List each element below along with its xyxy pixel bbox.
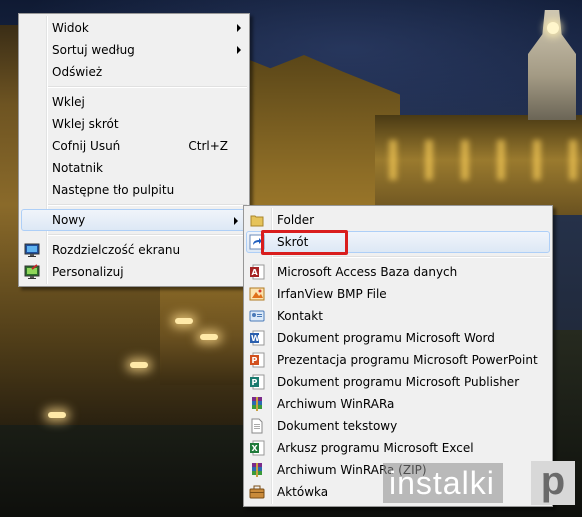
menu-item-label: Microsoft Access Baza danych xyxy=(277,265,458,279)
menu-item-label: Personalizuj xyxy=(52,265,124,279)
submenu-item-excel[interactable]: X Arkusz programu Microsoft Excel xyxy=(244,437,552,459)
personalize-icon xyxy=(24,264,40,280)
menu-item-label: Kontakt xyxy=(277,309,323,323)
contact-icon xyxy=(249,308,265,324)
menu-item-personalize[interactable]: Personalizuj xyxy=(19,261,249,283)
watermark-text: instalki xyxy=(383,463,503,503)
ground-lamp xyxy=(130,362,148,368)
bmp-icon xyxy=(249,286,265,302)
menu-item-label: Cofnij Usuń xyxy=(52,139,121,153)
submenu-item-publisher[interactable]: P Dokument programu Microsoft Publisher xyxy=(244,371,552,393)
menu-separator xyxy=(48,204,247,206)
access-icon: A xyxy=(249,264,265,280)
annotation-highlight-box xyxy=(261,230,348,255)
menu-separator xyxy=(273,256,550,258)
menu-item-label: Nowy xyxy=(52,213,86,227)
menu-item-label: Folder xyxy=(277,213,315,227)
menu-item-label: Wklej skrót xyxy=(52,117,119,131)
menu-item-label: Następne tło pulpitu xyxy=(52,183,175,197)
menu-separator xyxy=(48,234,247,236)
svg-text:X: X xyxy=(252,444,259,453)
keyboard-shortcut: Ctrl+Z xyxy=(188,139,228,153)
submenu-item-contact[interactable]: Kontakt xyxy=(244,305,552,327)
menu-item-notepad[interactable]: Notatnik xyxy=(19,157,249,179)
submenu-item-folder[interactable]: Folder xyxy=(244,209,552,231)
watermark: instalki p xyxy=(383,461,578,505)
menu-item-label: Odśwież xyxy=(52,65,103,79)
ground-lamp xyxy=(200,334,218,340)
winrar-icon xyxy=(249,396,265,412)
powerpoint-icon: P xyxy=(249,352,265,368)
menu-item-label: Dokument tekstowy xyxy=(277,419,398,433)
text-document-icon xyxy=(249,418,265,434)
submenu-arrow-icon xyxy=(237,24,241,32)
svg-text:A: A xyxy=(252,268,259,277)
briefcase-icon xyxy=(249,484,265,500)
menu-item-label: Wklej xyxy=(52,95,85,109)
menu-item-screen-resolution[interactable]: Rozdzielczość ekranu xyxy=(19,239,249,261)
submenu-item-word[interactable]: W Dokument programu Microsoft Word xyxy=(244,327,552,349)
menu-item-label: Sortuj według xyxy=(52,43,135,57)
menu-item-paste-shortcut[interactable]: Wklej skrót xyxy=(19,113,249,135)
menu-item-label: Archiwum WinRARa xyxy=(277,397,395,411)
menu-item-label: IrfanView BMP File xyxy=(277,287,387,301)
publisher-icon: P xyxy=(249,374,265,390)
submenu-item-winrar[interactable]: Archiwum WinRARa xyxy=(244,393,552,415)
submenu-arrow-icon xyxy=(237,46,241,54)
menu-item-label: Notatnik xyxy=(52,161,103,175)
menu-item-label: Widok xyxy=(52,21,89,35)
wall-lights xyxy=(375,140,582,180)
submenu-item-powerpoint[interactable]: P Prezentacja programu Microsoft PowerPo… xyxy=(244,349,552,371)
ground-lamp xyxy=(48,412,66,418)
menu-item-label: Aktówka xyxy=(277,485,329,499)
menu-item-label: Dokument programu Microsoft Word xyxy=(277,331,495,345)
svg-text:P: P xyxy=(252,378,258,387)
word-icon: W xyxy=(249,330,265,346)
submenu-item-irfanview-bmp[interactable]: IrfanView BMP File xyxy=(244,283,552,305)
menu-item-new[interactable]: Nowy xyxy=(21,209,247,231)
ground-lamp xyxy=(175,318,193,324)
submenu-arrow-icon xyxy=(234,217,238,225)
lighthouse-lamp xyxy=(547,22,559,34)
menu-separator xyxy=(48,86,247,88)
menu-item-next-background[interactable]: Następne tło pulpitu xyxy=(19,179,249,201)
watermark-logo: p xyxy=(531,461,575,505)
menu-item-refresh[interactable]: Odśwież xyxy=(19,61,249,83)
menu-item-label: Dokument programu Microsoft Publisher xyxy=(277,375,520,389)
menu-item-undo-delete[interactable]: Cofnij Usuń Ctrl+Z xyxy=(19,135,249,157)
menu-item-label: Prezentacja programu Microsoft PowerPoin… xyxy=(277,353,538,367)
svg-text:P: P xyxy=(252,356,258,365)
menu-item-sort-by[interactable]: Sortuj według xyxy=(19,39,249,61)
folder-icon xyxy=(249,212,265,228)
display-icon xyxy=(24,242,40,258)
menu-item-label: Arkusz programu Microsoft Excel xyxy=(277,441,474,455)
excel-icon: X xyxy=(249,440,265,456)
svg-text:W: W xyxy=(251,334,260,343)
desktop-context-menu: Widok Sortuj według Odśwież Wklej Wklej … xyxy=(18,13,250,287)
winrar-zip-icon xyxy=(249,462,265,478)
submenu-item-access[interactable]: A Microsoft Access Baza danych xyxy=(244,261,552,283)
menu-item-view[interactable]: Widok xyxy=(19,17,249,39)
menu-item-paste[interactable]: Wklej xyxy=(19,91,249,113)
submenu-item-text-document[interactable]: Dokument tekstowy xyxy=(244,415,552,437)
menu-item-label: Rozdzielczość ekranu xyxy=(52,243,181,257)
